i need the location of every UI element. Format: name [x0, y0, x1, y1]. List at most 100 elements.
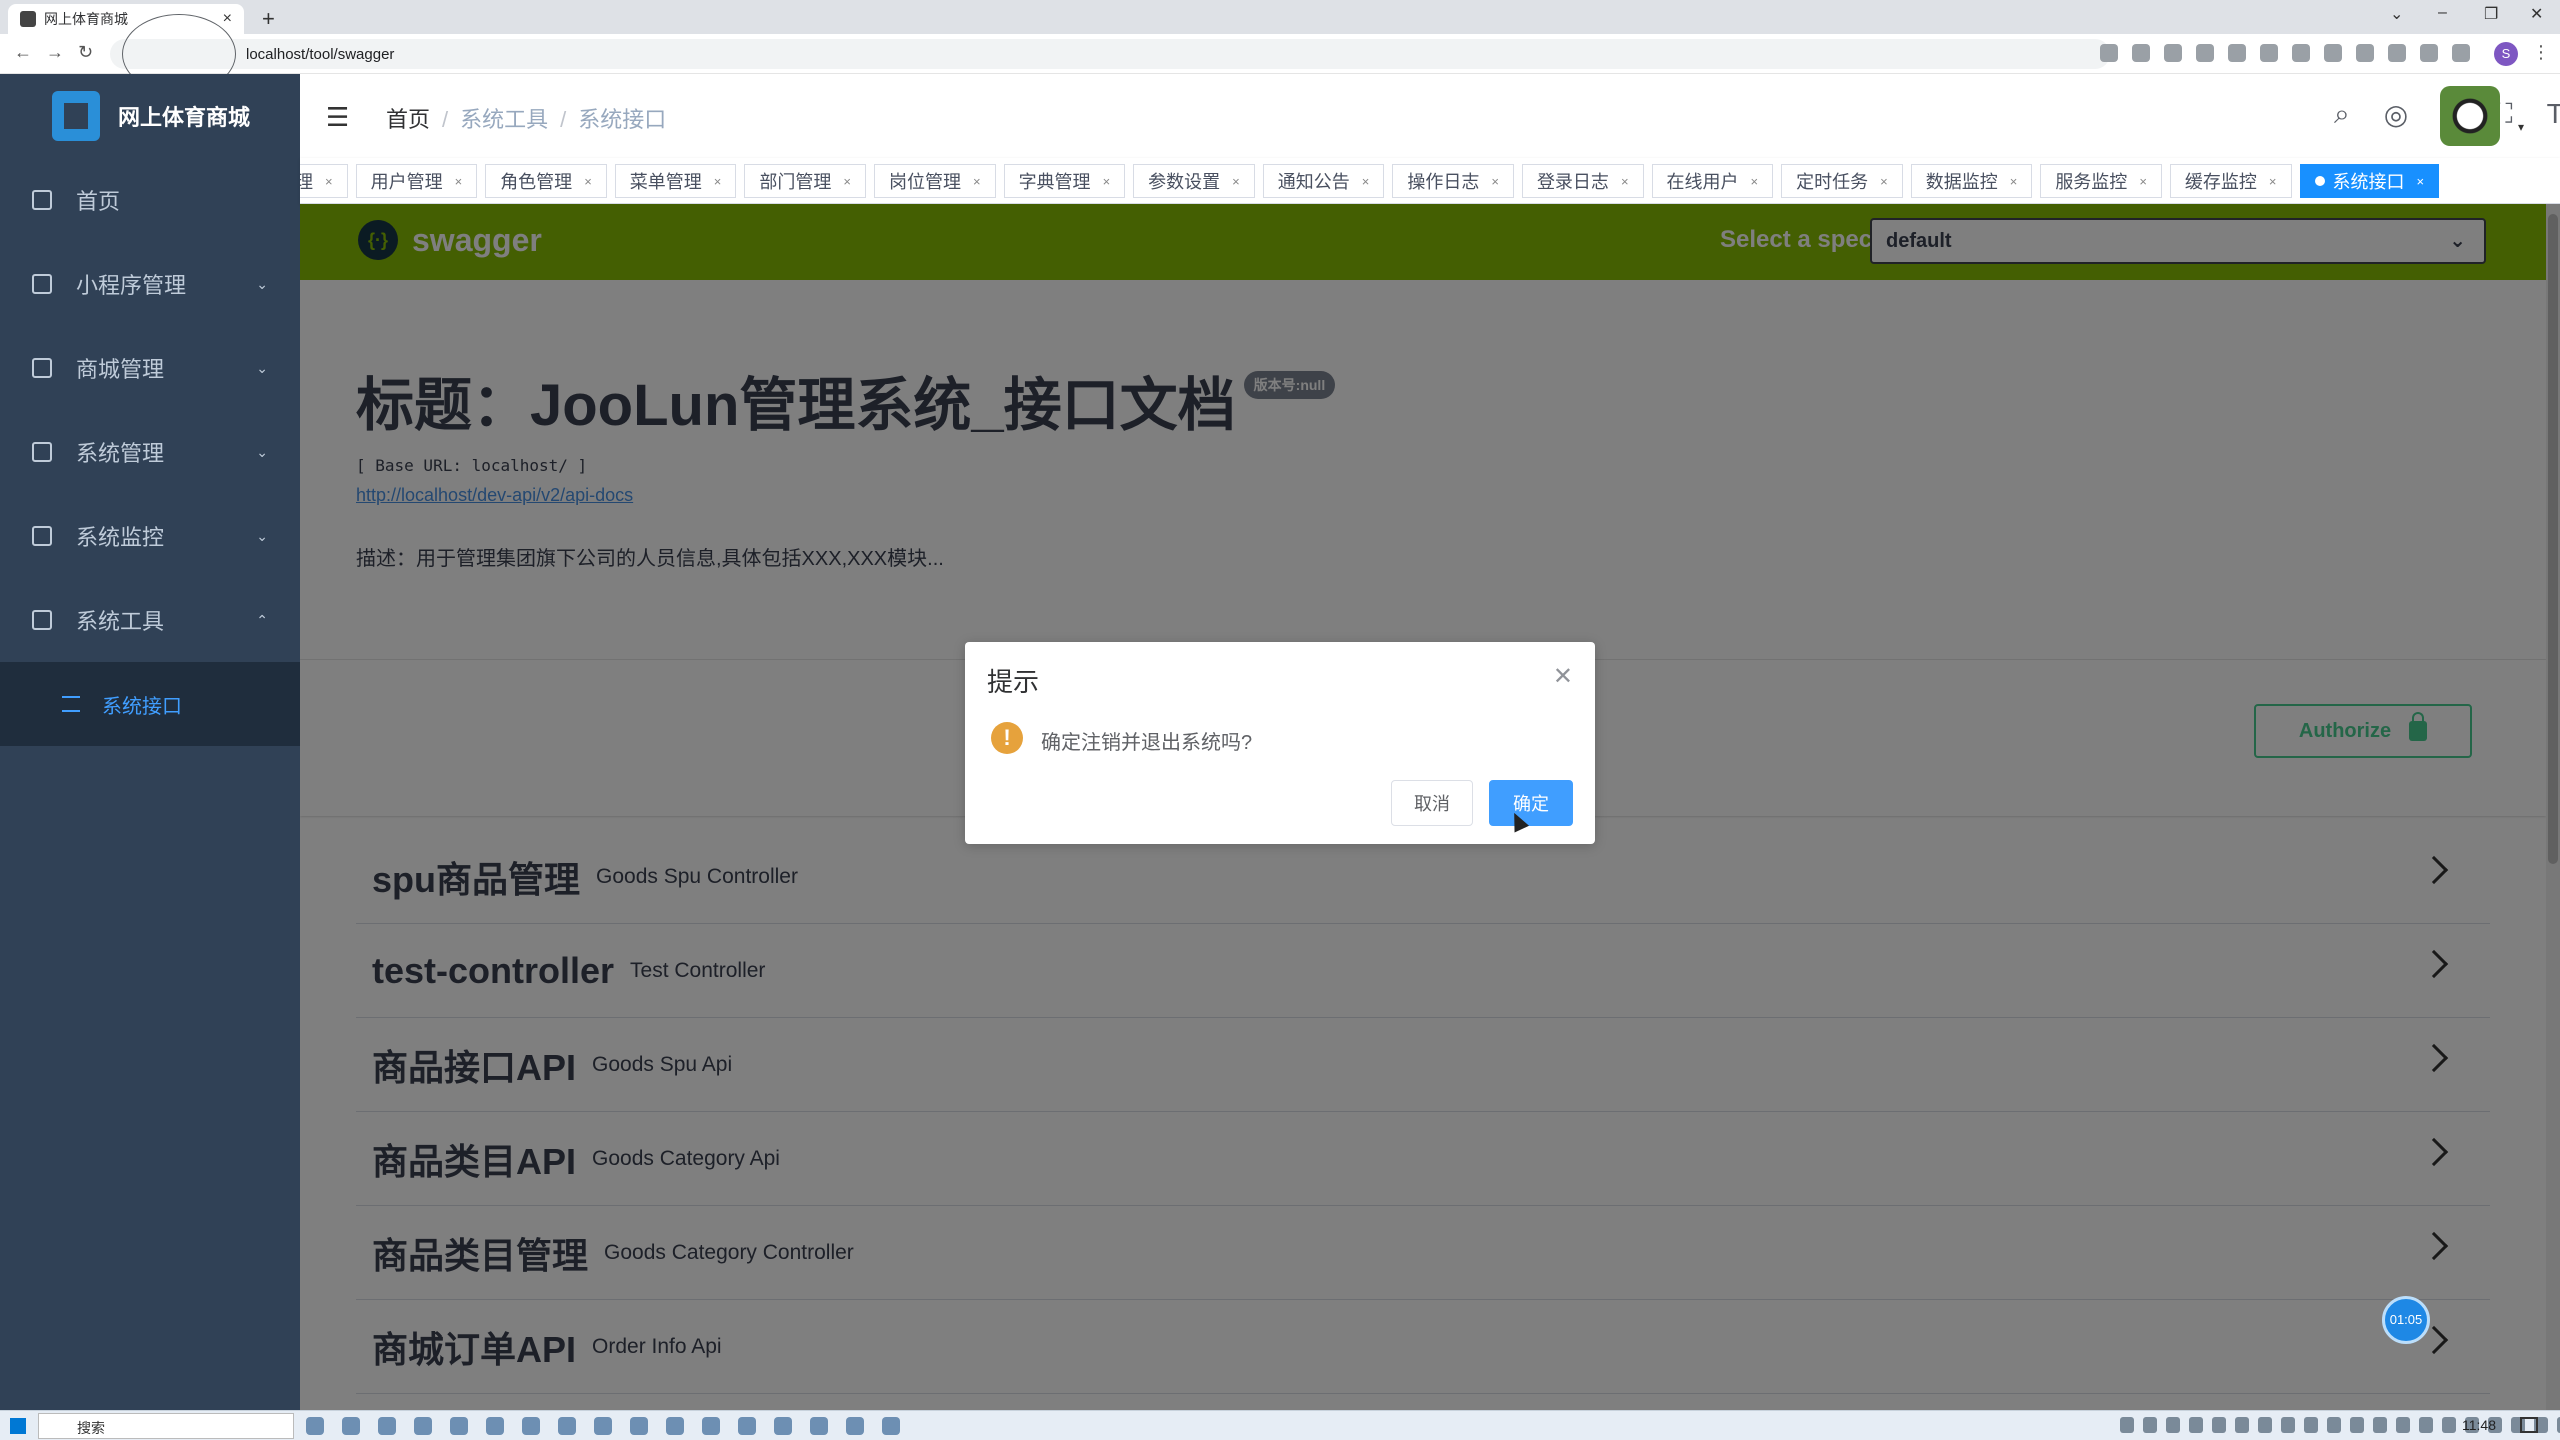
tray-icon[interactable] — [2120, 1417, 2134, 1433]
close-tab-icon[interactable]: × — [223, 10, 232, 28]
close-tag-icon[interactable]: × — [973, 174, 981, 189]
taskbar-app-icon[interactable] — [882, 1417, 900, 1435]
notification-icon[interactable] — [2520, 1417, 2538, 1433]
sidebar-item-mall[interactable]: 商城管理 ⌄ — [0, 326, 300, 410]
taskbar-app-icon[interactable] — [522, 1417, 540, 1435]
taskbar-clock[interactable]: 11:48 — [2462, 1417, 2496, 1433]
tag-item[interactable]: 操作日志 × — [1392, 164, 1514, 198]
download-icon[interactable] — [2420, 44, 2438, 62]
back-icon[interactable]: ← — [14, 42, 32, 63]
sidebar-item-swagger[interactable]: 系统接口 — [0, 662, 300, 746]
sidebar-item-system[interactable]: 系统管理 ⌄ — [0, 410, 300, 494]
tag-item[interactable]: 角色管理 × — [485, 164, 607, 198]
screenshot-icon[interactable] — [2228, 44, 2246, 62]
bookmark-star-icon[interactable] — [2196, 44, 2214, 62]
tray-icon[interactable] — [2212, 1417, 2226, 1433]
tag-item[interactable]: 定时任务 × — [1781, 164, 1903, 198]
taskbar-app-icon[interactable] — [342, 1417, 360, 1435]
tag-item[interactable]: 登录日志 × — [1521, 164, 1644, 198]
windows-start-icon[interactable] — [10, 1418, 26, 1434]
close-tag-icon[interactable]: × — [1491, 174, 1499, 189]
tag-item[interactable]: 字典管理 × — [1003, 164, 1126, 198]
close-icon[interactable]: ✕ — [1553, 662, 1573, 691]
close-tag-icon[interactable]: × — [2010, 174, 2018, 189]
taskbar-app-icon[interactable] — [450, 1417, 468, 1435]
cancel-button[interactable]: 取消 — [1391, 780, 1473, 826]
taskbar-app-icon[interactable] — [774, 1417, 792, 1435]
taskbar-app-icon[interactable] — [414, 1417, 432, 1435]
tray-icon[interactable] — [2373, 1417, 2387, 1433]
tag-active[interactable]: 系统接口 × — [2299, 164, 2440, 198]
restore-icon[interactable]: ❐ — [2484, 4, 2498, 24]
close-tag-icon[interactable]: × — [843, 174, 851, 189]
tray-icon[interactable] — [2419, 1417, 2433, 1433]
close-tag-icon[interactable]: × — [2269, 174, 2277, 189]
taskbar-app-icon[interactable] — [630, 1417, 648, 1435]
tag-item[interactable]: 菜单管理 × — [614, 164, 737, 198]
confirm-button[interactable]: 确定 — [1489, 780, 1573, 826]
tray-icon[interactable] — [2396, 1417, 2410, 1433]
puzzle-icon[interactable] — [2388, 44, 2406, 62]
close-tag-icon[interactable]: × — [1362, 174, 1370, 189]
taskbar-app-icon[interactable] — [558, 1417, 576, 1435]
taskbar-app-icon[interactable] — [738, 1417, 756, 1435]
close-tag-icon[interactable]: × — [1232, 174, 1240, 189]
image-icon[interactable] — [2260, 44, 2278, 62]
address-bar[interactable]: i localhost/tool/swagger — [110, 14, 2110, 104]
minimize-icon[interactable]: – — [2438, 4, 2447, 22]
tray-icon[interactable] — [2350, 1417, 2364, 1433]
copy-icon[interactable] — [2356, 44, 2374, 62]
taskbar-app-icon[interactable] — [594, 1417, 612, 1435]
new-tab-button[interactable]: + — [262, 6, 275, 32]
sidebar-item-tools[interactable]: 系统工具 ⌃ — [0, 578, 300, 662]
timer-badge[interactable]: 01:05 — [2382, 1296, 2430, 1344]
taskbar-app-icon[interactable] — [702, 1417, 720, 1435]
tag-item[interactable]: 通知公告 × — [1262, 164, 1385, 198]
sidebar-item-home[interactable]: 首页 — [0, 158, 300, 242]
tag-item[interactable]: 岗位管理 × — [873, 164, 996, 198]
tag-item[interactable]: 部门管理 × — [744, 164, 866, 198]
reload-icon[interactable]: ↻ — [78, 42, 93, 63]
tray-icon[interactable] — [2189, 1417, 2203, 1433]
key-icon[interactable] — [2100, 44, 2118, 62]
tag-item[interactable]: 理× — [300, 164, 348, 198]
taskbar-app-icon[interactable] — [486, 1417, 504, 1435]
close-tag-icon[interactable]: × — [325, 174, 333, 189]
search-icon[interactable]: ⌕ — [2334, 98, 2350, 131]
breadcrumb-home[interactable]: 首页 — [386, 107, 430, 132]
close-tag-icon[interactable]: × — [1103, 174, 1111, 189]
sidepanel-icon[interactable] — [2452, 44, 2470, 62]
caret-down-icon[interactable]: ▾ — [2518, 120, 2524, 134]
tray-icon[interactable] — [2281, 1417, 2295, 1433]
close-tag-icon[interactable]: × — [2139, 174, 2147, 189]
tray-icon[interactable] — [2258, 1417, 2272, 1433]
browser-menu-icon[interactable]: ⋮ — [2532, 42, 2550, 63]
tag-item[interactable]: 数据监控 × — [1910, 164, 2033, 198]
tray-icon[interactable] — [2235, 1417, 2249, 1433]
tag-item[interactable]: 用户管理 × — [355, 164, 478, 198]
taskbar-app-icon[interactable] — [306, 1417, 324, 1435]
taskbar-app-icon[interactable] — [810, 1417, 828, 1435]
close-tag-icon[interactable]: × — [2417, 174, 2425, 189]
tag-item[interactable]: 缓存监控 × — [2169, 164, 2292, 198]
tag-item[interactable]: 服务监控 × — [2040, 164, 2162, 198]
close-tag-icon[interactable]: × — [584, 174, 592, 189]
app-logo[interactable]: 网上体育商城 — [0, 74, 300, 158]
avatar[interactable] — [2440, 86, 2500, 146]
tag-item[interactable]: 在线用户 × — [1651, 164, 1774, 198]
share-icon[interactable] — [2164, 44, 2182, 62]
tab-search-icon[interactable]: ⌄ — [2390, 4, 2403, 24]
font-size-icon[interactable]: T — [2547, 98, 2560, 131]
taskbar-search[interactable]: 搜索 — [38, 1413, 294, 1439]
message-icon[interactable]: ◎ — [2384, 98, 2408, 131]
extension-icon[interactable] — [2324, 44, 2342, 62]
profile-avatar[interactable]: S — [2494, 42, 2518, 66]
tray-icon[interactable] — [2327, 1417, 2341, 1433]
zoom-icon[interactable] — [2132, 44, 2150, 62]
close-tag-icon[interactable]: × — [1751, 174, 1759, 189]
tray-icon[interactable] — [2304, 1417, 2318, 1433]
taskbar-app-icon[interactable] — [378, 1417, 396, 1435]
tray-icon[interactable] — [2166, 1417, 2180, 1433]
sidebar-item-monitor[interactable]: 系统监控 ⌄ — [0, 494, 300, 578]
tray-icon[interactable] — [2442, 1417, 2456, 1433]
